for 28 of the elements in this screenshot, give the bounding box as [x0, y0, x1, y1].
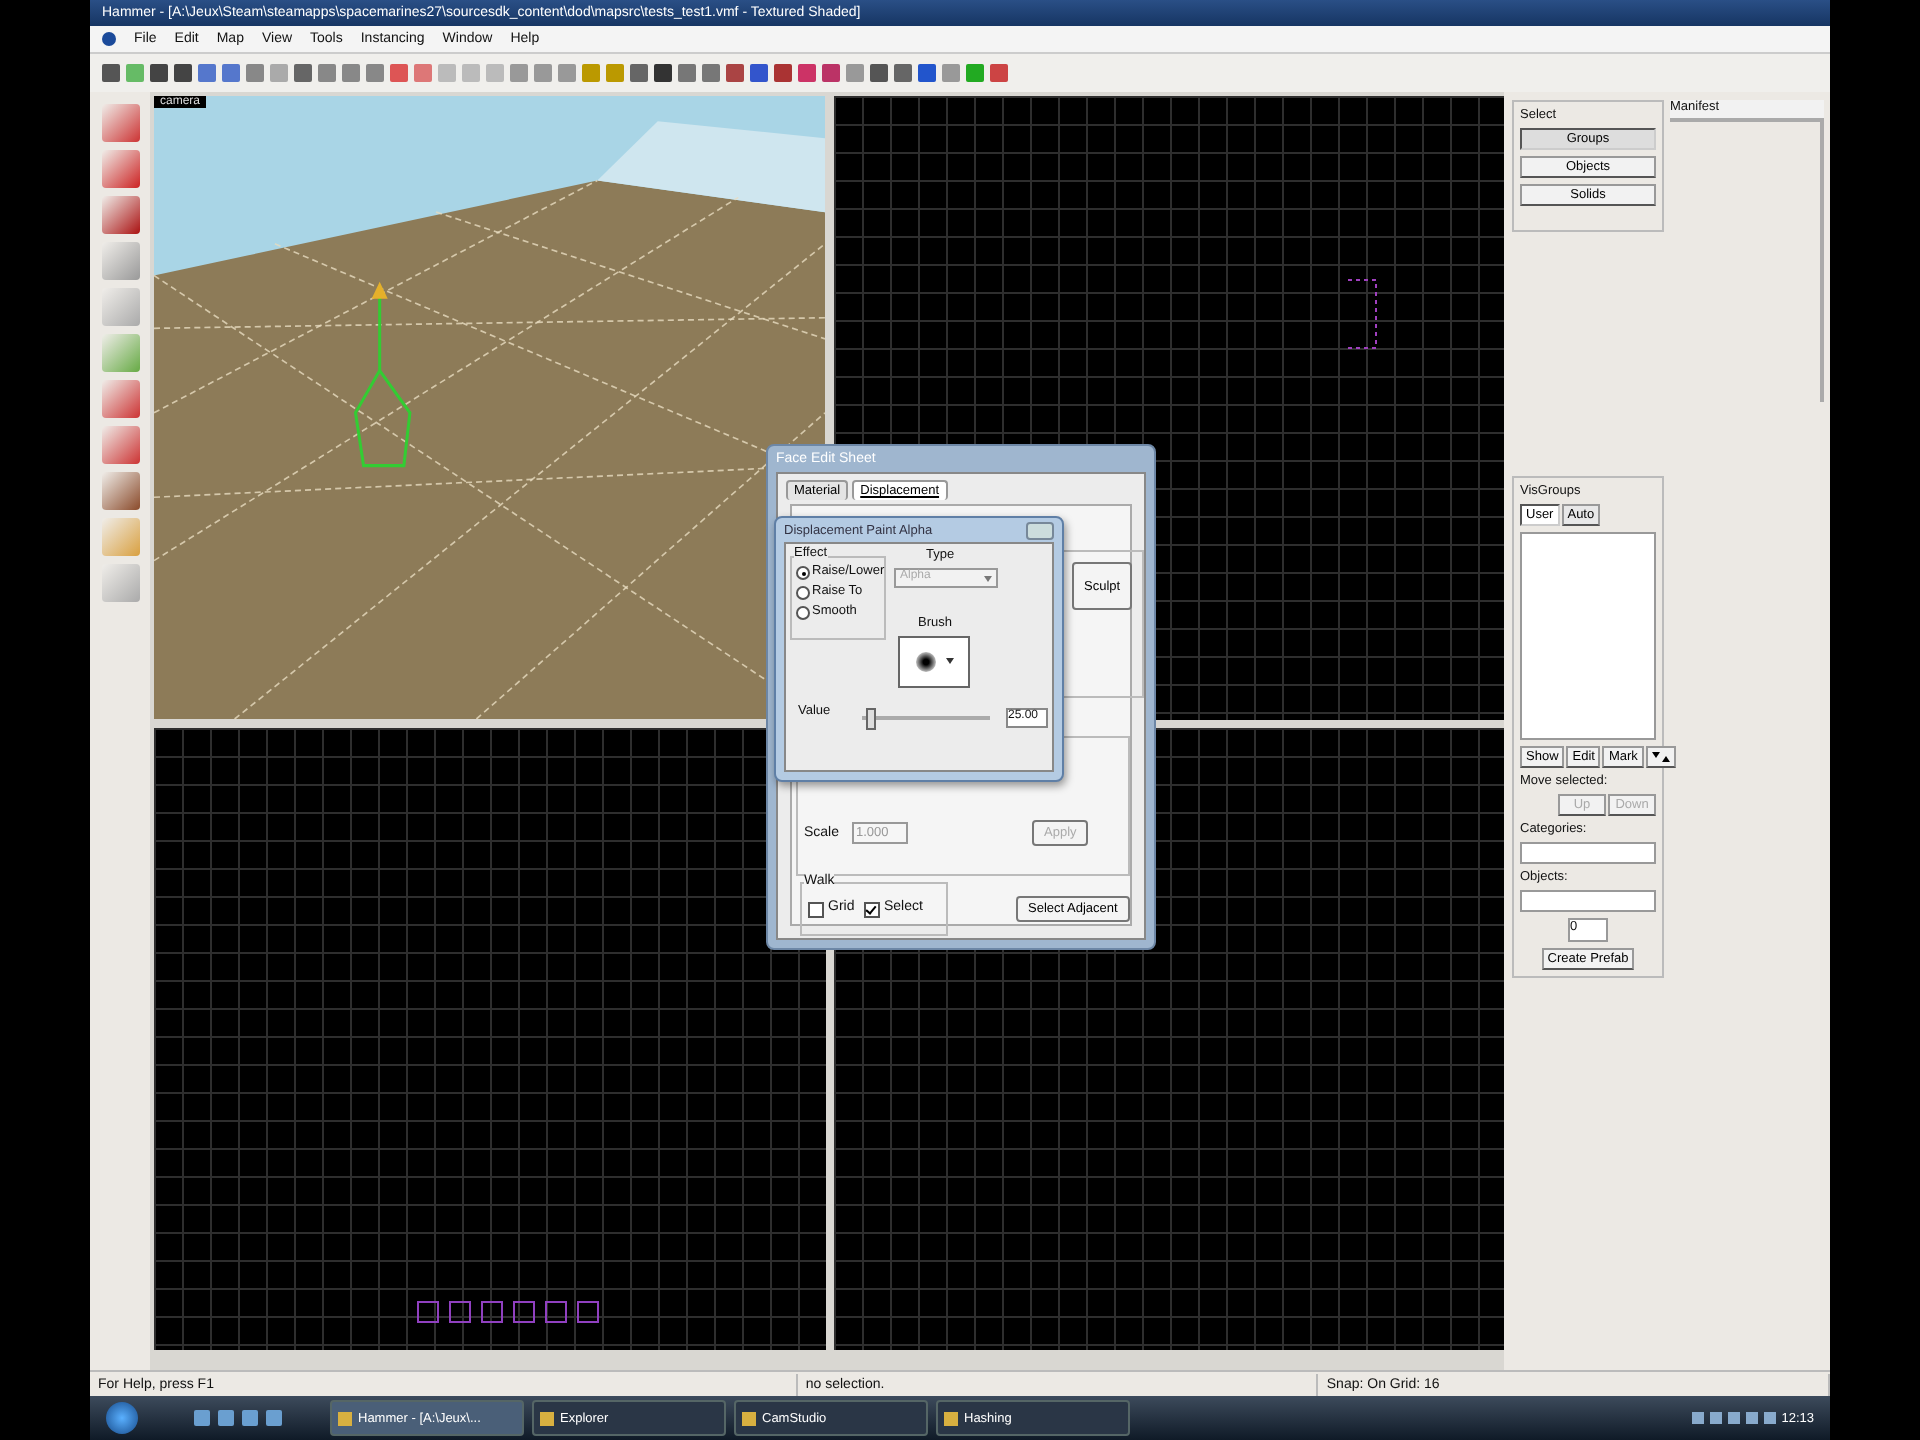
down-arrow-icon — [1651, 752, 1660, 762]
app-logo-icon — [102, 32, 116, 46]
objects-dropdown[interactable] — [1520, 890, 1656, 912]
tool-icon[interactable] — [101, 196, 139, 234]
brush-dot-icon — [915, 652, 935, 672]
app-window-icon — [338, 1411, 352, 1425]
dropdown-caret-icon — [945, 657, 953, 667]
close-button[interactable] — [1026, 521, 1054, 539]
tool-icon[interactable] — [101, 150, 139, 188]
dropdown-caret-icon — [984, 576, 992, 586]
radio-button[interactable] — [796, 586, 810, 600]
app-window-icon — [742, 1411, 756, 1425]
slider-thumb[interactable] — [865, 708, 876, 730]
start-button[interactable] — [106, 1402, 138, 1434]
checkbox[interactable] — [808, 902, 824, 918]
radio-button[interactable] — [796, 606, 810, 620]
tool-icon[interactable] — [101, 472, 139, 510]
arrow-buttons[interactable] — [1645, 746, 1676, 768]
app-window-icon — [540, 1411, 554, 1425]
up-arrow-icon — [1661, 752, 1670, 762]
brush-preview[interactable] — [898, 636, 970, 688]
tool-icon[interactable] — [101, 426, 139, 464]
categories-dropdown[interactable] — [1520, 842, 1656, 864]
tool-icon[interactable] — [101, 380, 139, 418]
tool-icon[interactable] — [101, 104, 139, 142]
radio-button[interactable] — [796, 566, 810, 580]
app-window-icon — [944, 1411, 958, 1425]
checkbox[interactable] — [864, 902, 880, 918]
